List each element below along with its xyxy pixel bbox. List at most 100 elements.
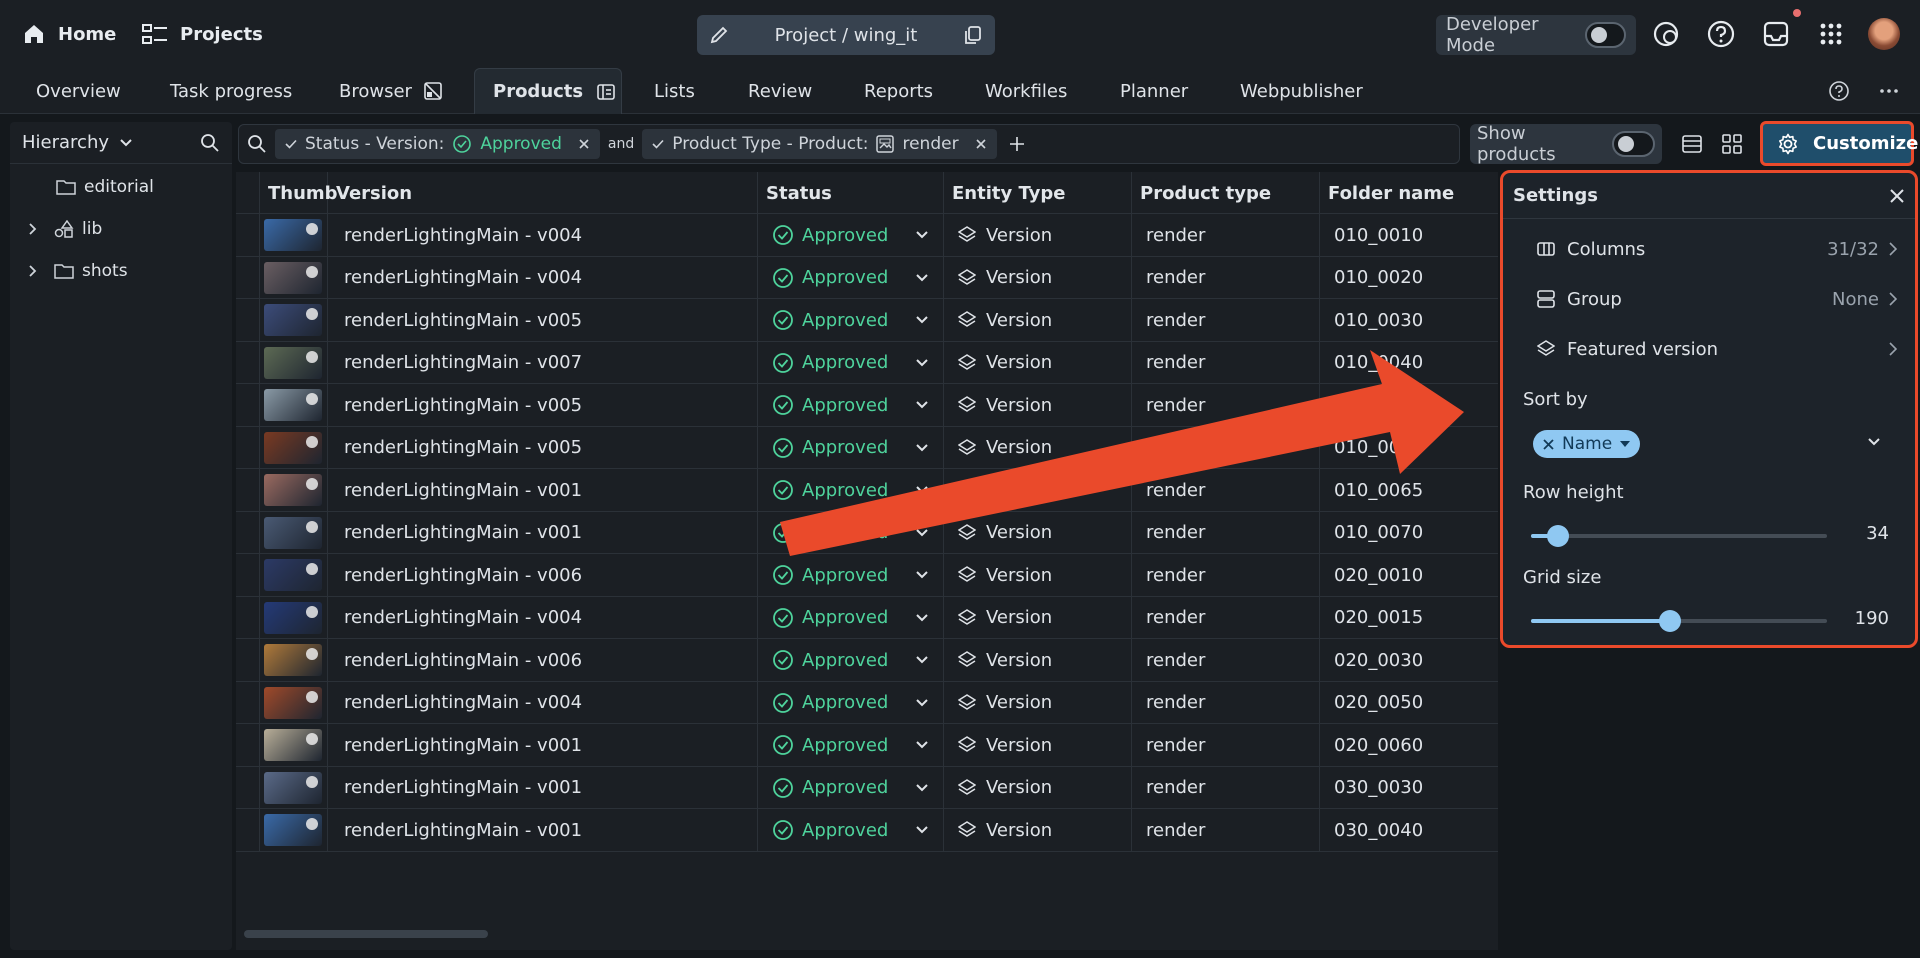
status-value[interactable]: Approved [772,437,888,459]
status-value[interactable]: Approved [772,479,888,501]
row-select-cell[interactable] [236,809,260,851]
table-row[interactable]: renderLightingMain - v005 Approved Version… [236,384,1498,427]
table-row[interactable]: renderLightingMain - v004 Approved Version… [236,596,1498,639]
table-row[interactable]: renderLightingMain - v004 Approved Version… [236,214,1498,257]
thumbnail-cell[interactable] [260,681,328,724]
table-row[interactable]: renderLightingMain - v001 Approved Version… [236,724,1498,767]
chevron-down-icon[interactable] [1867,437,1881,447]
status-cell[interactable]: Approved [758,469,944,511]
thumbnail-image[interactable] [264,431,322,464]
thumbnail-image[interactable] [264,601,322,634]
chevron-right-icon[interactable] [28,264,38,278]
table-row[interactable]: renderLightingMain - v004 Approved Version… [236,681,1498,724]
row-select-cell[interactable] [236,384,260,426]
close-icon[interactable] [578,138,590,150]
status-cell[interactable]: Approved [758,426,944,469]
settings-featured-version-row[interactable]: Featured version [1503,327,1915,371]
thumbnail-image[interactable] [264,771,322,804]
thumbnail-image[interactable] [264,516,322,549]
thumbnail-cell[interactable] [260,384,328,426]
thumbnail-image[interactable] [264,389,322,421]
thumbnail-image[interactable] [264,219,322,251]
row-select-cell[interactable] [236,511,260,554]
tab-products[interactable]: Products [474,68,622,114]
chevron-down-icon[interactable] [915,230,929,240]
thumbnail-cell[interactable] [260,341,328,384]
tree-item-shots[interactable]: shots [10,250,232,292]
status-cell[interactable]: Approved [758,596,944,639]
row-select-cell[interactable] [236,596,260,639]
thumbnail-image[interactable] [264,346,322,379]
chevron-down-icon[interactable] [915,740,929,750]
status-cell[interactable]: Approved [758,256,944,299]
chevron-down-icon[interactable] [119,138,133,148]
tab-overview[interactable]: Overview [18,68,139,114]
row-select-cell[interactable] [236,724,260,766]
add-filter-icon[interactable] [1009,136,1025,152]
status-value[interactable]: Approved [772,692,888,714]
status-cell[interactable]: Approved [758,554,944,596]
thumbnail-image[interactable] [264,559,322,591]
chevron-down-icon[interactable] [915,825,929,835]
status-value[interactable]: Approved [772,224,888,246]
pencil-icon[interactable] [709,25,729,45]
status-cell[interactable]: Approved [758,214,944,256]
column-header-version[interactable]: Version [328,172,758,214]
status-cell[interactable]: Approved [758,766,944,809]
projects-link[interactable]: Projects [142,16,263,52]
table-row[interactable]: renderLightingMain - v001 Approved Version… [236,766,1498,809]
developer-mode-switch[interactable] [1585,22,1626,48]
row-height-slider[interactable] [1531,525,1827,547]
chevron-down-icon[interactable] [915,315,929,325]
row-select-cell[interactable] [236,426,260,469]
status-value[interactable]: Approved [772,522,888,544]
chevron-down-icon[interactable] [915,613,929,623]
chat-icon[interactable] [1650,18,1682,50]
thumbnail-image[interactable] [264,814,322,846]
thumbnail-cell[interactable] [260,809,328,851]
column-header-status[interactable]: Status [758,172,944,214]
tab-review[interactable]: Review [730,68,830,114]
tab-task-progress[interactable]: Task progress [152,68,310,114]
slider-handle[interactable] [1659,610,1682,632]
table-row[interactable]: renderLightingMain - v001 Approved Version… [236,809,1498,852]
chevron-down-icon[interactable] [915,400,929,410]
thumbnail-cell[interactable] [260,426,328,469]
status-cell[interactable]: Approved [758,384,944,426]
filter-chip-product-type[interactable]: Product Type - Product: render [642,129,997,159]
close-icon[interactable] [1889,188,1905,204]
status-value[interactable]: Approved [772,267,888,289]
more-icon[interactable] [1878,80,1900,102]
tab-reports[interactable]: Reports [846,68,951,114]
thumbnail-cell[interactable] [260,299,328,341]
table-row[interactable]: renderLightingMain - v001 Approved Version… [236,511,1498,554]
tab-workfiles[interactable]: Workfiles [967,68,1085,114]
thumbnail-image[interactable] [264,261,322,294]
table-row[interactable]: renderLightingMain - v004 Approved Version… [236,256,1498,299]
settings-columns-row[interactable]: Columns 31/32 [1503,227,1915,271]
row-select-cell[interactable] [236,554,260,596]
thumbnail-cell[interactable] [260,766,328,809]
row-select-cell[interactable] [236,639,260,681]
row-select-cell[interactable] [236,766,260,809]
thumbnail-cell[interactable] [260,639,328,681]
tab-planner[interactable]: Planner [1102,68,1206,114]
thumbnail-image[interactable] [264,644,322,676]
row-select-cell[interactable] [236,469,260,511]
sort-chip-name[interactable]: Name [1533,430,1641,458]
chevron-down-icon[interactable] [915,528,929,538]
status-cell[interactable]: Approved [758,639,944,681]
chevron-down-icon[interactable] [915,273,929,283]
search-icon[interactable] [200,133,220,153]
status-value[interactable]: Approved [772,607,888,629]
close-icon[interactable] [1543,438,1554,450]
tab-webpublisher[interactable]: Webpublisher [1222,68,1381,114]
close-icon[interactable] [975,138,987,150]
chevron-down-icon[interactable] [915,485,929,495]
chevron-down-icon[interactable] [915,570,929,580]
project-selector[interactable]: Project / wing_it [697,15,995,55]
chevron-down-icon[interactable] [915,783,929,793]
table-row[interactable]: renderLightingMain - v005 Approved Version… [236,426,1498,469]
show-products-toggle[interactable]: Show products [1470,123,1662,165]
horizontal-scrollbar[interactable] [244,930,488,938]
